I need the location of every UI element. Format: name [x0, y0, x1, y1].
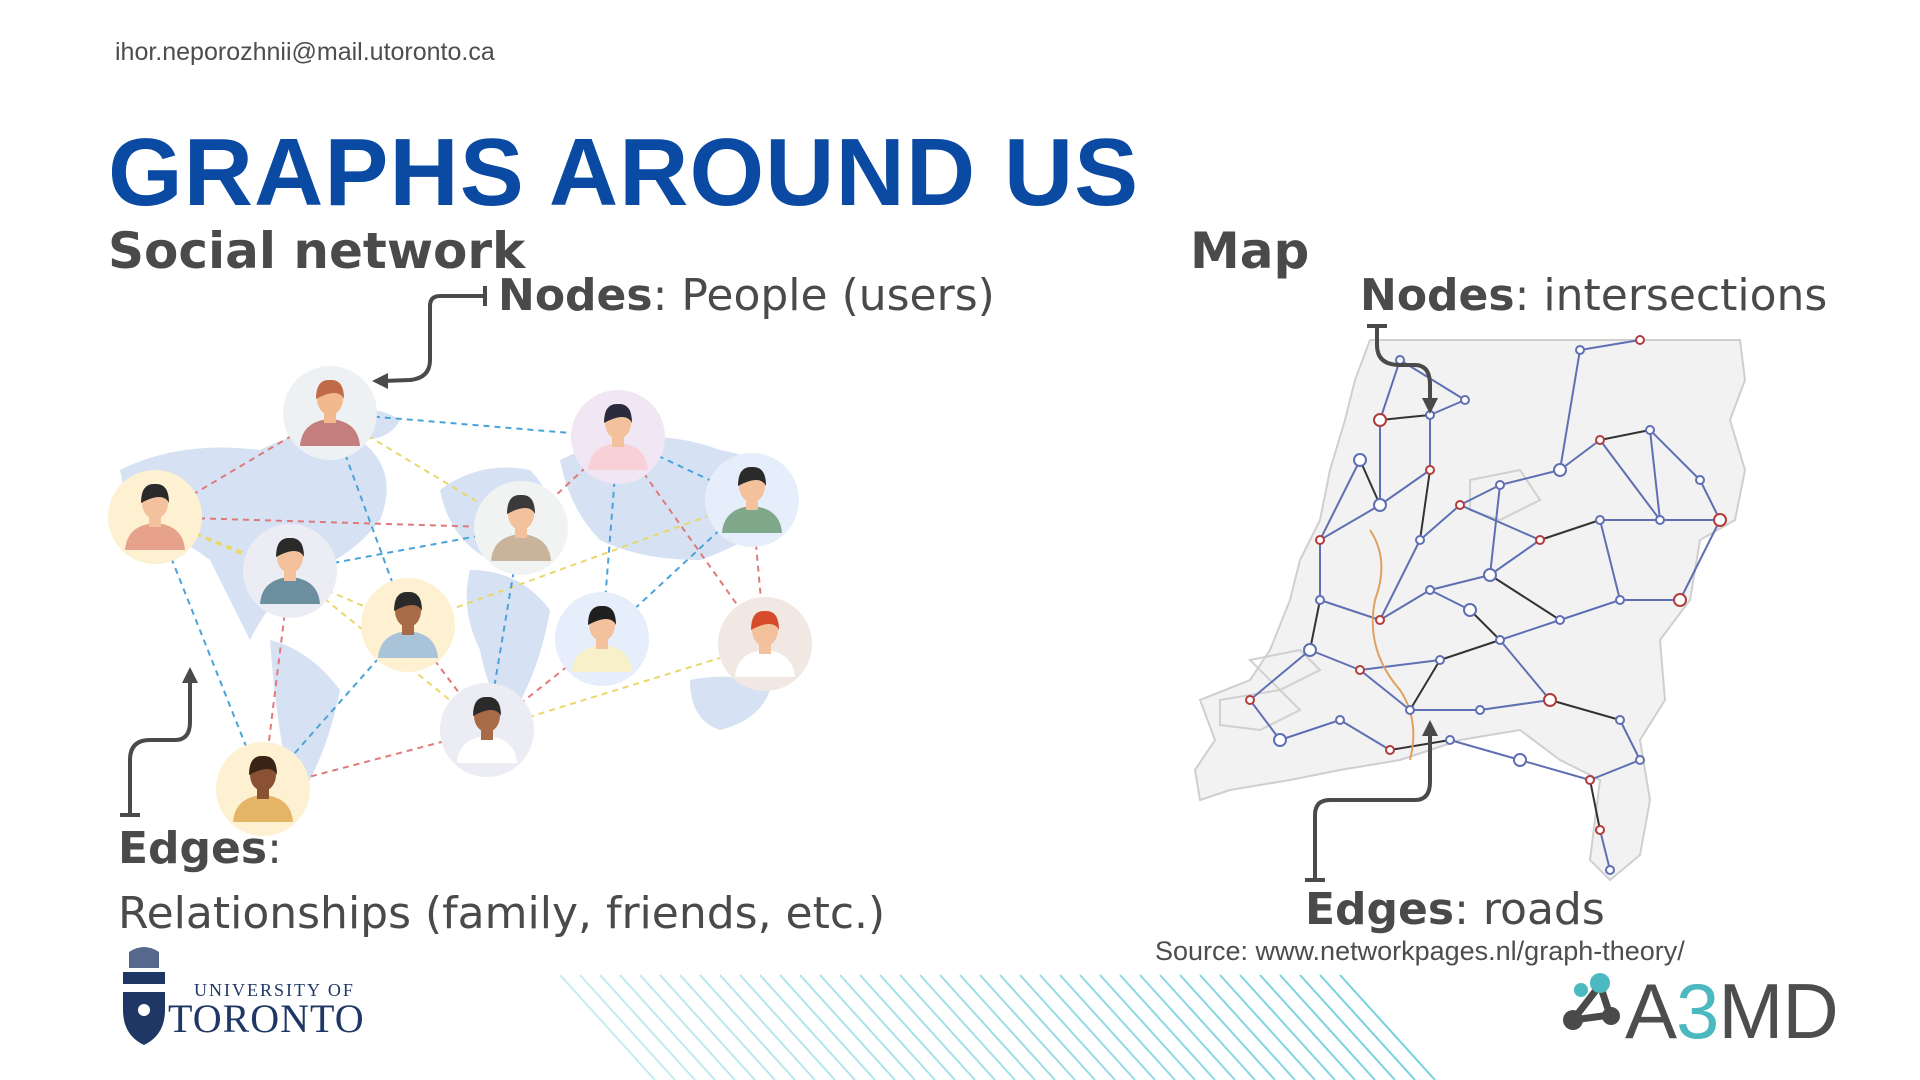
a3md-logo-text: A3MD: [1625, 967, 1839, 1055]
a3md-molecule-icon: [1563, 973, 1620, 1030]
